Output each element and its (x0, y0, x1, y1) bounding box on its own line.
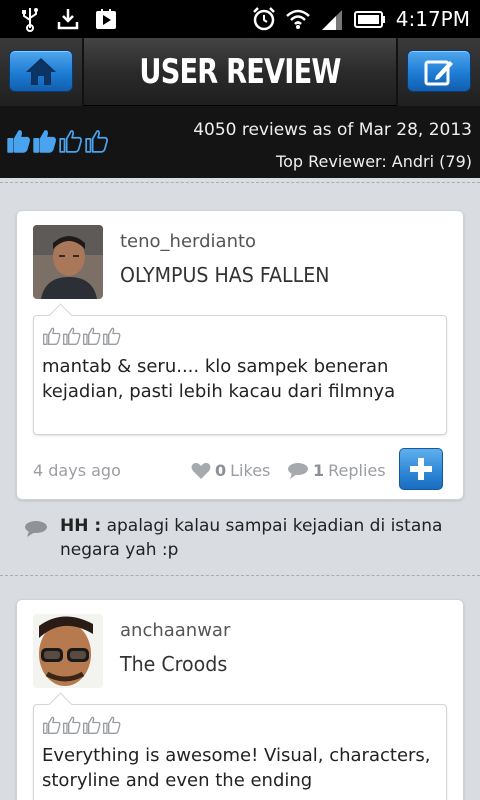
thumbs-up-outline-icon (103, 716, 121, 734)
reply-text: HH : apalagi kalau sampai kejadian di is… (60, 514, 464, 562)
review-bubble: mantab & seru.... klo sampek beneran kej… (33, 315, 447, 435)
alarm-icon (252, 7, 275, 31)
app-header: USER REVIEW (0, 38, 480, 106)
review-age: 4 days ago (33, 461, 121, 480)
write-review-button[interactable] (407, 50, 471, 92)
thumbs-up-outline-icon (83, 327, 101, 345)
heart-icon (191, 462, 211, 479)
wifi-icon (285, 9, 310, 29)
review-text: mantab & seru.... klo sampek beneran kej… (42, 356, 396, 402)
play-store-icon (96, 9, 116, 29)
home-button-area (0, 38, 84, 106)
review-text: Everything is awesome! Visual, character… (42, 745, 431, 791)
thumbs-up-outline-icon (83, 716, 101, 734)
overall-rating (6, 128, 110, 154)
review-rating (42, 715, 122, 735)
thumbs-up-outline-icon (63, 327, 81, 345)
review-card[interactable]: teno_herdianto OLYMPUS HAS FALLEN mantab… (16, 210, 464, 500)
likes-button[interactable]: 0 Likes (191, 461, 270, 480)
download-icon (57, 9, 79, 30)
top-reviewer[interactable]: Top Reviewer: Andri (79) (276, 152, 472, 171)
thumbs-up-outline-icon (85, 130, 108, 153)
movie-title[interactable]: OLYMPUS HAS FALLEN (120, 263, 329, 287)
rating-summary: 4050 reviews as of Mar 28, 2013 Top Revi… (0, 106, 480, 178)
divider (0, 575, 480, 576)
thumbs-up-outline-icon (59, 130, 82, 153)
add-reply-button[interactable] (399, 448, 443, 490)
review-bubble: Everything is awesome! Visual, character… (33, 704, 447, 800)
thumbs-up-outline-icon (43, 327, 61, 345)
divider (0, 182, 480, 183)
review-rating (42, 326, 122, 346)
comment-icon (288, 462, 308, 479)
review-card[interactable]: anchaanwar The Croods Everything is awes… (16, 599, 464, 800)
thumbs-up-outline-icon (63, 716, 81, 734)
avatar[interactable] (33, 614, 103, 688)
clock: 4:17PM (395, 7, 470, 31)
usb-icon (22, 8, 38, 32)
thumbs-up-filled-icon (7, 130, 30, 153)
home-button[interactable] (9, 50, 73, 92)
reviews-count: 4050 reviews as of Mar 28, 2013 (193, 120, 472, 140)
thumbs-up-outline-icon (43, 716, 61, 734)
movie-title[interactable]: The Croods (120, 652, 227, 676)
review-username[interactable]: teno_herdianto (120, 231, 256, 252)
write-button-area (396, 38, 480, 106)
replies-count: 1 (313, 461, 325, 480)
review-username[interactable]: anchaanwar (120, 620, 230, 641)
battery-icon (353, 11, 385, 28)
comment-icon (25, 521, 47, 537)
likes-count: 0 (215, 461, 227, 480)
plus-icon (410, 458, 432, 480)
replies-label: Replies (328, 461, 386, 480)
page-title: USER REVIEW (139, 52, 341, 92)
avatar[interactable] (33, 225, 103, 299)
edit-icon (424, 60, 453, 86)
reply-author: HH : (60, 516, 102, 536)
thumbs-up-filled-icon (33, 130, 56, 153)
thumbs-up-outline-icon (103, 327, 121, 345)
status-bar: 4:17PM (0, 0, 480, 38)
home-icon (26, 58, 56, 85)
likes-label: Likes (230, 461, 271, 480)
signal-icon (321, 10, 342, 30)
replies-button[interactable]: 1 Replies (287, 461, 386, 480)
reply-body: apalagi kalau sampai kejadian di istana … (60, 516, 443, 560)
